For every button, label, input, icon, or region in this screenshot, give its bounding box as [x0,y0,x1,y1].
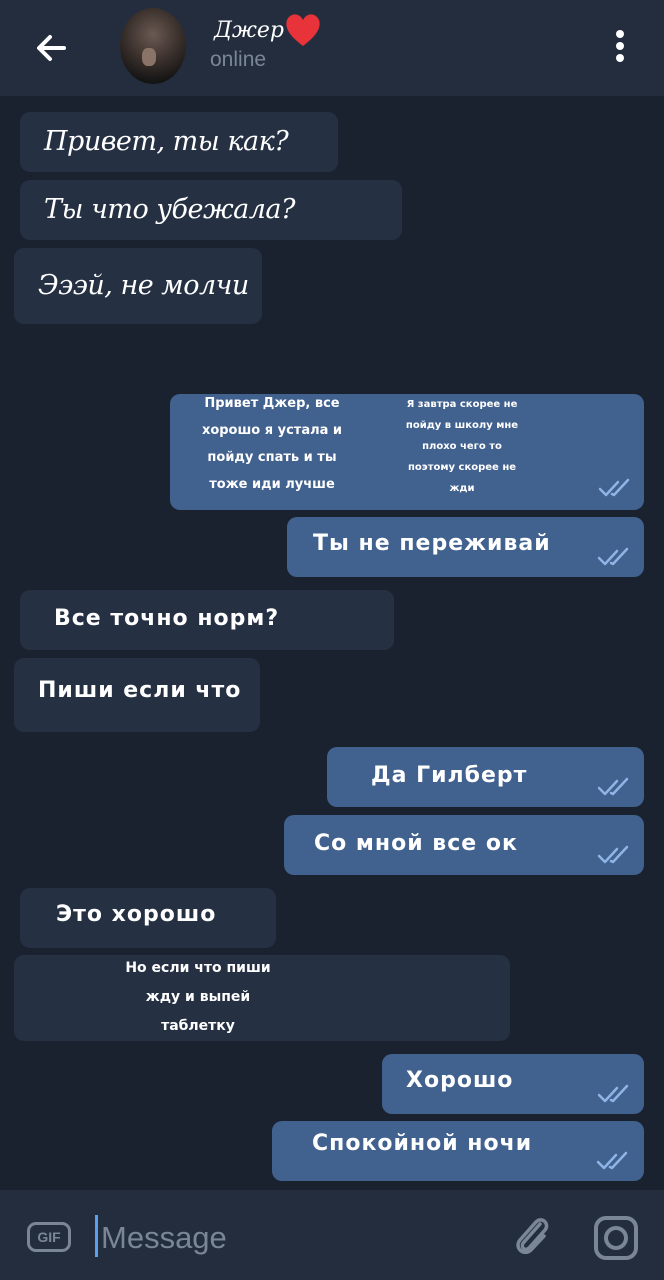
message-bubble-outgoing[interactable]: Да Гилберт [327,747,644,807]
message-bubble-incoming[interactable]: Ты что убежала? [20,180,402,240]
more-vert-icon[interactable] [604,26,636,66]
message-text: Да Гилберт [371,763,528,788]
attach-icon[interactable] [510,1212,554,1260]
message-bubble-incoming[interactable]: Но если что пиши жду и выпей таблетку [14,955,510,1041]
message-text: Пиши если что [38,678,242,703]
message-text: Все точно норм? [54,606,280,631]
message-text: Со мной все ок [314,831,518,856]
message-text: Эээй, не молчи [38,270,249,301]
gif-icon[interactable]: GIF [27,1222,71,1252]
message-text: Я завтра скорее не пойду в школу мне пло… [405,399,519,494]
message-bubble-incoming[interactable]: Привет, ты как? [20,112,338,172]
message-bubble-outgoing[interactable]: Привет Джер, все хорошо я устала и пойду… [170,394,644,510]
message-bubble-incoming[interactable]: Эээй, не молчи [14,248,262,324]
message-text: Ты что убежала? [44,194,296,225]
message-text: Привет, ты как? [44,126,289,157]
message-bubble-outgoing[interactable]: Со мной все ок [284,815,644,875]
camera-icon[interactable] [592,1214,640,1262]
chat-header: Джер online [0,0,664,96]
message-bubble-outgoing[interactable]: Ты не переживай [287,517,644,577]
message-text: Ты не переживай [313,531,551,556]
double-check-icon [597,777,629,796]
heart-icon [286,14,320,47]
message-text: Привет Джер, все хорошо я устала и пойду… [201,396,343,492]
message-text: Хорошо [406,1068,514,1093]
message-text: Это хорошо [56,902,217,927]
contact-name[interactable]: Джер [214,18,284,43]
double-check-icon [597,547,629,566]
text-cursor [95,1215,98,1257]
message-input[interactable] [99,1214,483,1262]
message-bubble-incoming[interactable]: Все точно норм? [20,590,394,650]
message-bubble-outgoing[interactable]: Спокойной ночи [272,1121,644,1181]
message-text: Но если что пиши жду и выпей таблетку [125,960,271,1034]
message-bubble-incoming[interactable]: Пиши если что [14,658,260,732]
contact-status: online [210,48,267,71]
message-bubble-outgoing[interactable]: Хорошо [382,1054,644,1114]
back-arrow-icon[interactable] [30,28,74,68]
message-bubble-incoming[interactable]: Это хорошо [20,888,276,948]
double-check-icon [598,478,630,497]
avatar[interactable] [120,8,186,84]
double-check-icon [596,1151,628,1170]
message-text: Спокойной ночи [312,1131,533,1156]
double-check-icon [597,845,629,864]
double-check-icon [597,1084,629,1103]
